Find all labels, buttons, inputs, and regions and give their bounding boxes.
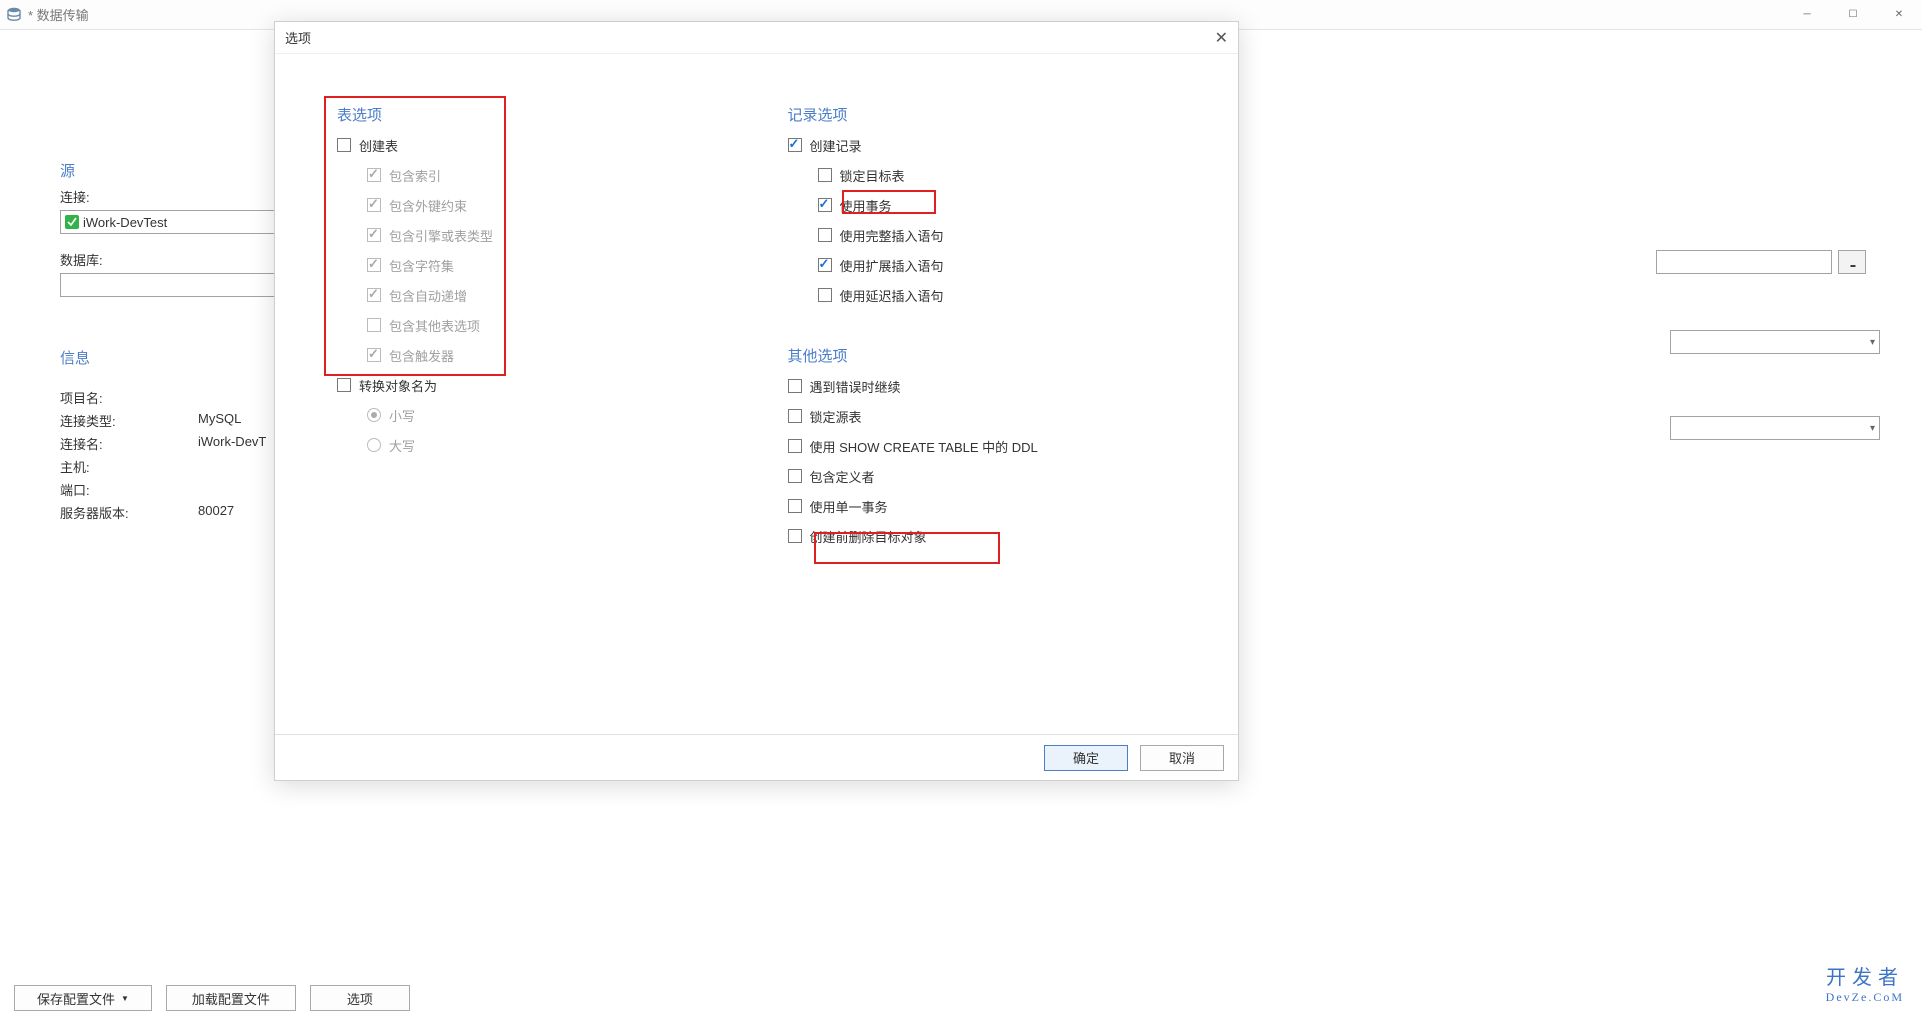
bottom-toolbar: 保存配置文件▼ 加载配置文件 选项 (0, 977, 1922, 1019)
use-single-tx-checkbox[interactable]: 使用单一事务 (788, 496, 1239, 516)
use-ext-insert-checkbox[interactable]: 使用扩展插入语句 (788, 255, 1239, 275)
convert-names-checkbox[interactable]: 转换对象名为 (337, 375, 788, 395)
close-button[interactable]: ✕ (1876, 0, 1922, 30)
info-host-label: 主机: (60, 457, 198, 476)
load-profile-button[interactable]: 加载配置文件 (166, 985, 296, 1011)
include-fk-checkbox: 包含外键约束 (337, 195, 788, 215)
include-trigger-checkbox: 包含触发器 (337, 345, 788, 365)
ok-button[interactable]: 确定 (1044, 745, 1128, 771)
window-controls: ─ ☐ ✕ (1784, 0, 1922, 30)
target-search-field[interactable] (1656, 250, 1832, 274)
info-conn-type-value: MySQL (198, 411, 241, 430)
include-engine-checkbox: 包含引擎或表类型 (337, 225, 788, 245)
right-panel: ... ▾ ▾ (1670, 330, 1880, 502)
info-port-label: 端口: (60, 480, 198, 499)
maximize-button[interactable]: ☐ (1830, 0, 1876, 30)
minimize-button[interactable]: ─ (1784, 0, 1830, 30)
chevron-down-icon: ▾ (1870, 423, 1875, 434)
uppercase-radio: 大写 (337, 435, 788, 455)
browse-button[interactable]: ... (1838, 250, 1866, 274)
connection-value: iWork-DevTest (83, 215, 167, 230)
continue-on-error-checkbox[interactable]: 遇到错误时继续 (788, 376, 1239, 396)
caret-down-icon: ▼ (121, 994, 129, 1003)
table-options-column: 表选项 创建表 包含索引 包含外键约束 包含引擎或表类型 包含字符集 包含自动递… (337, 104, 788, 734)
table-options-heading: 表选项 (337, 104, 788, 125)
chevron-down-icon: ▾ (1870, 337, 1875, 348)
include-charset-checkbox: 包含字符集 (337, 255, 788, 275)
use-tx-checkbox[interactable]: 使用事务 (788, 195, 1239, 215)
other-options-heading: 其他选项 (788, 345, 1239, 366)
use-delayed-insert-checkbox[interactable]: 使用延迟插入语句 (788, 285, 1239, 305)
options-dialog: 选项 ✕ 表选项 创建表 包含索引 包含外键约束 包含引擎或表类型 包含字符集 … (274, 21, 1239, 781)
info-project-name-label: 项目名: (60, 388, 198, 407)
dialog-header: 选项 ✕ (275, 22, 1238, 54)
database-icon (6, 7, 22, 23)
target-combo-1[interactable]: ▾ (1670, 330, 1880, 354)
include-index-checkbox: 包含索引 (337, 165, 788, 185)
record-options-column: 记录选项 创建记录 锁定目标表 使用事务 使用完整插入语句 使用扩展插入语句 使… (788, 104, 1239, 734)
dialog-close-button[interactable]: ✕ (1215, 28, 1228, 48)
lowercase-radio: 小写 (337, 405, 788, 425)
info-conn-name-value: iWork-DevT (198, 434, 266, 453)
info-server-ver-label: 服务器版本: (60, 503, 198, 522)
create-record-checkbox[interactable]: 创建记录 (788, 135, 1239, 155)
options-button[interactable]: 选项 (310, 985, 410, 1011)
info-conn-name-label: 连接名: (60, 434, 198, 453)
include-autoinc-checkbox: 包含自动递增 (337, 285, 788, 305)
cancel-button[interactable]: 取消 (1140, 745, 1224, 771)
delete-before-create-checkbox[interactable]: 创建前删除目标对象 (788, 526, 1239, 546)
use-show-create-checkbox[interactable]: 使用 SHOW CREATE TABLE 中的 DDL (788, 436, 1239, 456)
use-full-insert-checkbox[interactable]: 使用完整插入语句 (788, 225, 1239, 245)
lock-target-checkbox[interactable]: 锁定目标表 (788, 165, 1239, 185)
include-other-checkbox: 包含其他表选项 (337, 315, 788, 335)
save-profile-button[interactable]: 保存配置文件▼ (14, 985, 152, 1011)
dialog-footer: 确定 取消 (275, 734, 1238, 780)
info-server-ver-value: 80027 (198, 503, 234, 522)
create-table-checkbox[interactable]: 创建表 (337, 135, 788, 155)
target-combo-2[interactable]: ▾ (1670, 416, 1880, 440)
connection-icon (65, 215, 79, 229)
info-conn-type-label: 连接类型: (60, 411, 198, 430)
record-options-heading: 记录选项 (788, 104, 1239, 125)
window-title: * 数据传输 (28, 5, 89, 24)
dialog-title: 选项 (285, 28, 311, 47)
lock-source-checkbox[interactable]: 锁定源表 (788, 406, 1239, 426)
watermark: 开发者 DevZe.CoM (1826, 961, 1904, 1005)
include-definer-checkbox[interactable]: 包含定义者 (788, 466, 1239, 486)
